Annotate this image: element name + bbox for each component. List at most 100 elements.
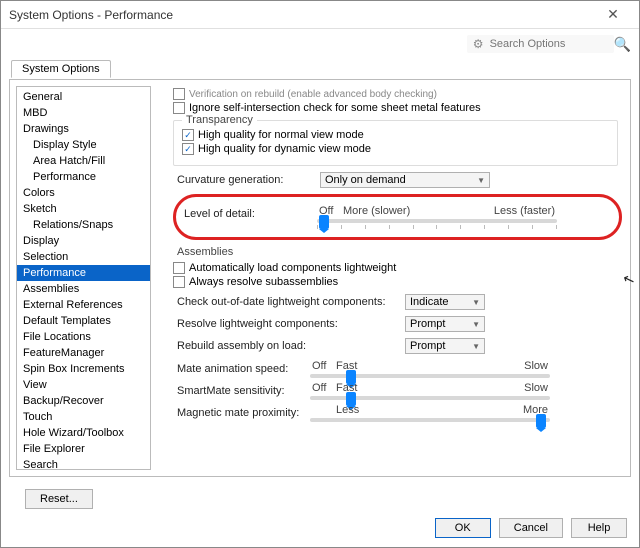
search-bar: ⚙ 🔍 — [1, 29, 639, 59]
always-resolve-label: Always resolve subassemblies — [189, 276, 338, 288]
resolve-light-row: Resolve lightweight components: Prompt ▼ — [177, 316, 626, 332]
check-out-label: Check out-of-date lightweight components… — [177, 296, 397, 308]
check-out-value: Indicate — [410, 296, 449, 308]
main-panel[interactable]: Verification on rebuild (enable advanced… — [155, 80, 630, 476]
nav-item[interactable]: Performance — [17, 169, 150, 185]
ok-button[interactable]: OK — [435, 518, 491, 538]
chevron-down-icon: ▼ — [477, 176, 485, 185]
hq-normal-row: ✓ High quality for normal view mode — [182, 129, 609, 141]
ignore-self-intersect-checkbox[interactable] — [173, 102, 185, 114]
nav-tree[interactable]: GeneralMBDDrawingsDisplay StyleArea Hatc… — [16, 86, 151, 470]
lod-left: More (slower) — [343, 205, 494, 217]
always-resolve-checkbox[interactable] — [173, 276, 185, 288]
nav-item[interactable]: Display Style — [17, 137, 150, 153]
hq-dynamic-label: High quality for dynamic view mode — [198, 143, 371, 155]
search-icon[interactable]: 🔍 — [614, 36, 631, 53]
lod-thumb[interactable] — [319, 215, 329, 229]
nav-item[interactable]: General — [17, 89, 150, 105]
chevron-down-icon: ▼ — [472, 320, 480, 329]
curvature-value: Only on demand — [325, 174, 406, 186]
nav-item[interactable]: Selection — [17, 249, 150, 265]
content-area: GeneralMBDDrawingsDisplay StyleArea Hatc… — [9, 79, 631, 477]
nav-item[interactable]: Area Hatch/Fill — [17, 153, 150, 169]
rebuild-select[interactable]: Prompt ▼ — [405, 338, 485, 354]
nav-item[interactable]: Display — [17, 233, 150, 249]
nav-item[interactable]: Drawings — [17, 121, 150, 137]
cutoff-label: Verification on rebuild (enable advanced… — [189, 89, 437, 100]
lod-right: Less (faster) — [494, 205, 555, 217]
nav-item[interactable]: Assemblies — [17, 281, 150, 297]
rebuild-label: Rebuild assembly on load: — [177, 340, 397, 352]
resolve-light-label: Resolve lightweight components: — [177, 318, 397, 330]
smartmate-row: SmartMate sensitivity: Off Fast Slow — [177, 382, 626, 400]
nav-item[interactable]: Spin Box Increments — [17, 361, 150, 377]
nav-item[interactable]: Touch — [17, 409, 150, 425]
chevron-down-icon: ▼ — [472, 298, 480, 307]
window-title: System Options - Performance — [9, 8, 595, 22]
nav-item[interactable]: Search — [17, 457, 150, 470]
search-input[interactable] — [488, 37, 608, 51]
verification-checkbox[interactable] — [173, 88, 185, 100]
nav-item[interactable]: Colors — [17, 185, 150, 201]
curvature-select[interactable]: Only on demand ▼ — [320, 172, 490, 188]
mate-anim-label: Mate animation speed: — [177, 363, 302, 375]
nav-item[interactable]: Hole Wizard/Toolbox — [17, 425, 150, 441]
smartmate-right: Slow — [524, 382, 548, 394]
transparency-group: Transparency ✓ High quality for normal v… — [173, 120, 618, 166]
nav-item[interactable]: Default Templates — [17, 313, 150, 329]
rebuild-row: Rebuild assembly on load: Prompt ▼ — [177, 338, 626, 354]
nav-item[interactable]: File Locations — [17, 329, 150, 345]
cancel-button[interactable]: Cancel — [499, 518, 563, 538]
cutoff-row: Verification on rebuild (enable advanced… — [173, 88, 626, 100]
smartmate-left: Fast — [336, 382, 524, 394]
help-button[interactable]: Help — [571, 518, 627, 538]
mate-anim-row: Mate animation speed: Off Fast Slow — [177, 360, 626, 378]
ignore-self-intersect-label: Ignore self-intersection check for some … — [189, 102, 481, 114]
mate-anim-wrap: Off Fast Slow — [310, 360, 550, 378]
smartmate-slider[interactable] — [310, 396, 550, 400]
nav-item[interactable]: Sketch — [17, 201, 150, 217]
titlebar: System Options - Performance ✕ — [1, 1, 639, 29]
close-icon[interactable]: ✕ — [595, 6, 631, 23]
search-wrap: ⚙ — [467, 35, 614, 53]
curvature-label: Curvature generation: — [177, 174, 312, 186]
reset-row: Reset... — [1, 485, 639, 509]
resolve-light-select[interactable]: Prompt ▼ — [405, 316, 485, 332]
hq-normal-label: High quality for normal view mode — [198, 129, 364, 141]
nav-item[interactable]: MBD — [17, 105, 150, 121]
nav-item[interactable]: Performance — [17, 265, 150, 281]
resolve-light-value: Prompt — [410, 318, 445, 330]
nav-item[interactable]: External References — [17, 297, 150, 313]
nav-item[interactable]: Backup/Recover — [17, 393, 150, 409]
magnetic-thumb[interactable] — [536, 414, 546, 428]
rebuild-value: Prompt — [410, 340, 445, 352]
smartmate-label: SmartMate sensitivity: — [177, 385, 302, 397]
auto-light-label: Automatically load components lightweigh… — [189, 262, 396, 274]
nav-item[interactable]: Relations/Snaps — [17, 217, 150, 233]
magnetic-label: Magnetic mate proximity: — [177, 407, 302, 419]
always-resolve-row: Always resolve subassemblies — [173, 276, 626, 288]
hq-normal-checkbox[interactable]: ✓ — [182, 129, 194, 141]
check-out-row: Check out-of-date lightweight components… — [177, 294, 626, 310]
lod-row: Level of detail: Off More (slower) Less … — [184, 205, 611, 223]
hq-dynamic-row: ✓ High quality for dynamic view mode — [182, 143, 609, 155]
smartmate-off: Off — [312, 382, 336, 394]
auto-light-checkbox[interactable] — [173, 262, 185, 274]
mate-anim-slider[interactable] — [310, 374, 550, 378]
lod-label: Level of detail: — [184, 208, 309, 220]
footer: OK Cancel Help — [1, 509, 639, 547]
reset-button[interactable]: Reset... — [25, 489, 93, 509]
lod-slider[interactable] — [317, 219, 557, 223]
magnetic-slider[interactable] — [310, 418, 550, 422]
nav-item[interactable]: View — [17, 377, 150, 393]
magnetic-left: Less — [336, 404, 523, 416]
gear-icon: ⚙ — [473, 37, 484, 51]
nav-item[interactable]: File Explorer — [17, 441, 150, 457]
tab-system-options[interactable]: System Options — [11, 60, 111, 78]
auto-light-row: Automatically load components lightweigh… — [173, 262, 626, 274]
hq-dynamic-checkbox[interactable]: ✓ — [182, 143, 194, 155]
dialog-window: System Options - Performance ✕ ⚙ 🔍 Syste… — [0, 0, 640, 548]
nav-item[interactable]: FeatureManager — [17, 345, 150, 361]
tab-row: System Options — [1, 59, 639, 79]
check-out-select[interactable]: Indicate ▼ — [405, 294, 485, 310]
